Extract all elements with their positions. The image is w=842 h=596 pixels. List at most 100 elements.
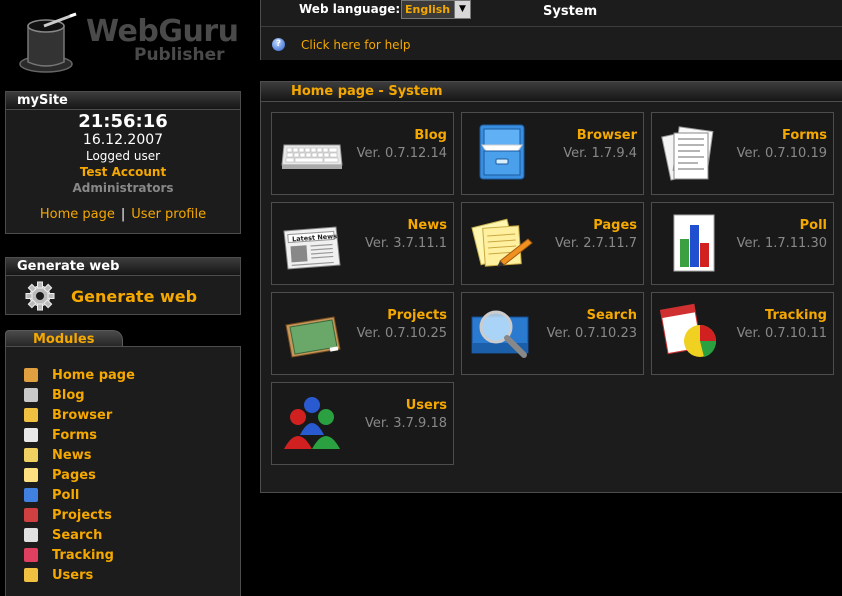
search-icon (24, 528, 38, 542)
module-label: Projects (52, 507, 112, 523)
tile-tracking[interactable]: Tracking Ver. 0.7.10.11 (651, 292, 834, 375)
tile-name: Users (405, 398, 447, 413)
brand-name: WebGuru (86, 14, 239, 49)
tile-search[interactable]: Search Ver. 0.7.10.23 (461, 292, 644, 375)
module-label: Tracking (52, 547, 114, 563)
modules-panel: Home page Blog Browser Forms News Pages Poll Pr… (5, 346, 241, 596)
tile-name: Search (586, 308, 637, 323)
tile-version: Ver. 1.7.9.4 (563, 146, 637, 161)
language-select-value: English (405, 3, 451, 16)
mysite-links: Home page | User profile (6, 207, 240, 222)
clock-date: 16.12.2007 (82, 132, 164, 148)
generate-web-label: Generate web (71, 286, 198, 306)
news-icon (24, 448, 38, 462)
tile-version: Ver. 1.7.11.30 (736, 236, 827, 251)
tile-browser[interactable]: Browser Ver. 1.7.9.4 (461, 112, 644, 195)
user-role: Administrators (72, 181, 174, 195)
tile-version: Ver. 3.7.11.1 (364, 236, 447, 251)
tile-blog[interactable]: Blog Ver. 0.7.12.14 (271, 112, 454, 195)
module-label: Search (52, 527, 103, 543)
module-item-projects[interactable]: Projects (6, 505, 240, 525)
tile-version: Ver. 3.7.9.18 (364, 416, 447, 431)
language-select[interactable]: English ▼ (401, 0, 471, 19)
generate-web-panel: Generate web Generate web (5, 257, 241, 315)
module-item-users[interactable]: Users (6, 565, 240, 585)
module-item-search[interactable]: Search (6, 525, 240, 545)
tile-news[interactable]: Latest News News Ver. 3.7.11.1 (271, 202, 454, 285)
users-icon (24, 568, 38, 582)
module-item-poll[interactable]: Poll (6, 485, 240, 505)
poll-icon (24, 488, 38, 502)
section-name: System (543, 4, 598, 19)
forms-icon (24, 428, 38, 442)
clock-time: 21:56:16 (78, 111, 168, 132)
module-item-news[interactable]: News (6, 445, 240, 465)
blog-icon (24, 388, 38, 402)
mysite-panel: mySite 21:56:16 16.12.2007 Logged user T… (5, 91, 241, 234)
tile-name: Tracking (765, 308, 827, 323)
module-item-home-page[interactable]: Home page (6, 365, 240, 385)
tile-name: Blog (414, 128, 447, 143)
projects-icon (24, 508, 38, 522)
link-separator: | (120, 207, 126, 222)
help-link[interactable]: Click here for help (301, 38, 411, 52)
pie-chart-icon (660, 303, 717, 357)
tile-name: News (407, 218, 447, 233)
tile-version: Ver. 0.7.10.11 (736, 326, 827, 341)
keyboard-icon (281, 144, 343, 169)
users-group-icon (284, 397, 340, 449)
generate-web-button[interactable]: Generate web (6, 276, 240, 312)
tile-version: Ver. 0.7.10.23 (546, 326, 637, 341)
generate-web-title: Generate web (6, 258, 240, 276)
account-name[interactable]: Test Account (6, 164, 240, 180)
main-title: Home page - System (261, 82, 842, 102)
chalkboard-icon (285, 316, 341, 358)
module-item-pages[interactable]: Pages (6, 465, 240, 485)
module-label: Forms (52, 427, 97, 443)
modules-list: Home page Blog Browser Forms News Pages Poll Pr… (6, 347, 240, 585)
tile-name: Pages (593, 218, 637, 233)
module-label: News (52, 447, 92, 463)
top-bar: Web language: English ▼ System ? Click h… (260, 0, 842, 60)
tile-name: Projects (387, 308, 447, 323)
logged-user-label: Logged user (85, 149, 161, 163)
dropdown-arrow-icon[interactable]: ▼ (454, 1, 470, 18)
filing-cabinet-icon (479, 124, 525, 180)
tile-forms[interactable]: Forms Ver. 0.7.10.19 (651, 112, 834, 195)
tile-version: Ver. 0.7.12.14 (356, 146, 447, 161)
module-item-tracking[interactable]: Tracking (6, 545, 240, 565)
bar-chart-icon (673, 214, 715, 272)
tile-users[interactable]: Users Ver. 3.7.9.18 (271, 382, 454, 465)
module-label: Poll (52, 487, 80, 503)
web-language-label: Web language: (299, 2, 401, 16)
help-icon[interactable]: ? (272, 38, 285, 51)
newspaper-icon: Latest News (283, 226, 341, 270)
module-item-forms[interactable]: Forms (6, 425, 240, 445)
logo: WebGuru Publisher (12, 8, 242, 74)
documents-icon (661, 126, 714, 181)
gear-icon (25, 281, 55, 311)
tile-poll[interactable]: Poll Ver. 1.7.11.30 (651, 202, 834, 285)
tile-projects[interactable]: Projects Ver. 0.7.10.25 (271, 292, 454, 375)
module-label: Pages (52, 467, 96, 483)
tile-name: Forms (782, 128, 827, 143)
tile-version: Ver. 0.7.10.19 (736, 146, 827, 161)
brand-subtitle: Publisher (134, 45, 225, 65)
user-profile-link[interactable]: User profile (131, 207, 206, 222)
magnifier-icon (471, 310, 529, 358)
module-label: Browser (52, 407, 113, 423)
module-item-browser[interactable]: Browser (6, 405, 240, 425)
notes-pencil-icon (471, 218, 533, 267)
pages-icon (24, 468, 38, 482)
tile-name: Poll (799, 218, 827, 233)
tile-version: Ver. 2.7.11.7 (554, 236, 637, 251)
module-label: Blog (52, 387, 85, 403)
module-label: Home page (52, 367, 135, 383)
module-item-blog[interactable]: Blog (6, 385, 240, 405)
house-icon (24, 368, 38, 382)
tile-pages[interactable]: Pages Ver. 2.7.11.7 (461, 202, 644, 285)
tracking-icon (24, 548, 38, 562)
folder-icon (24, 408, 38, 422)
main-panel: Home page - System Blog Ver. 0.7.12.14 B… (260, 81, 842, 493)
home-page-link[interactable]: Home page (40, 207, 115, 222)
